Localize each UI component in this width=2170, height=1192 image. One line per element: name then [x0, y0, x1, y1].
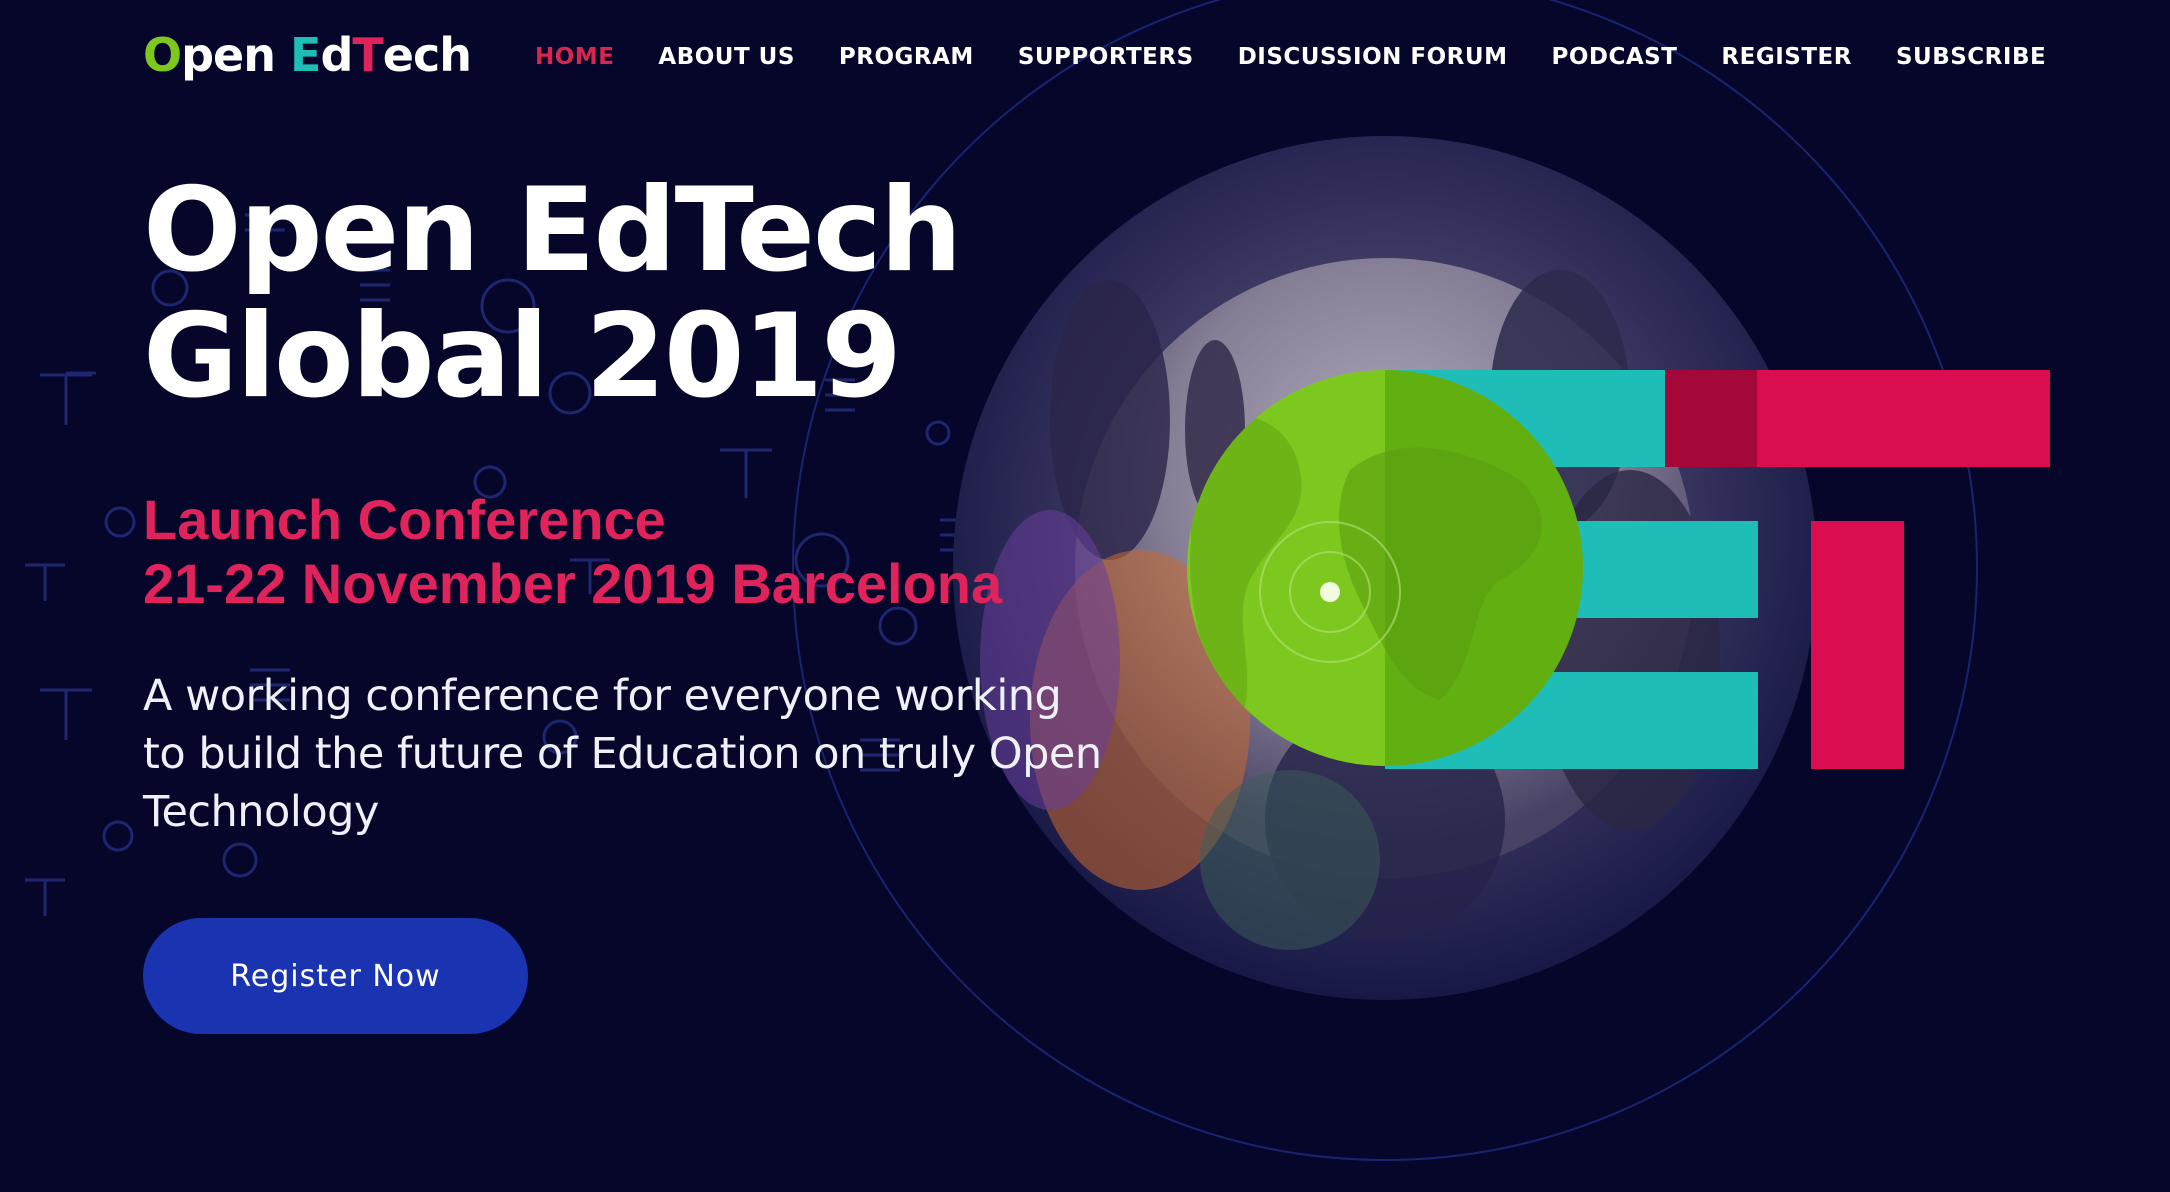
event-date-location: 21-22 November 2019 Barcelona [143, 552, 1003, 615]
nav-item-podcast[interactable]: PODCAST [1551, 44, 1677, 70]
nav-item-discussion-forum[interactable]: DISCUSSION FORUM [1238, 44, 1508, 70]
hero-title-line: Global 2019 [143, 289, 902, 424]
nav-item-register[interactable]: REGISTER [1721, 44, 1852, 70]
event-subtitle: Launch Conference 21-22 November 2019 Ba… [143, 488, 1002, 616]
hero-title-line: Open EdTech [143, 163, 962, 298]
logo-letter: pen [181, 28, 290, 82]
event-name: Launch Conference [143, 488, 666, 551]
nav-item-program[interactable]: PROGRAM [839, 44, 974, 70]
logo-letter: T [352, 28, 383, 82]
nav-item-home[interactable]: HOME [535, 44, 614, 70]
logo-letter: d [320, 28, 353, 82]
main-nav: HOME ABOUT US PROGRAM SUPPORTERS DISCUSS… [535, 44, 2046, 70]
logo-letter: ech [382, 28, 472, 82]
logo-letter: O [143, 28, 182, 82]
logo-letter: E [290, 28, 321, 82]
site-logo[interactable]: Open EdTech [143, 28, 472, 82]
nav-item-supporters[interactable]: SUPPORTERS [1018, 44, 1194, 70]
hero-title: Open EdTech Global 2019 [143, 163, 962, 424]
hero-description: A working conference for everyone workin… [143, 671, 1102, 837]
nav-item-subscribe[interactable]: SUBSCRIBE [1896, 44, 2046, 70]
register-now-button[interactable]: Register Now [143, 918, 528, 1034]
nav-item-about-us[interactable]: ABOUT US [658, 44, 795, 70]
